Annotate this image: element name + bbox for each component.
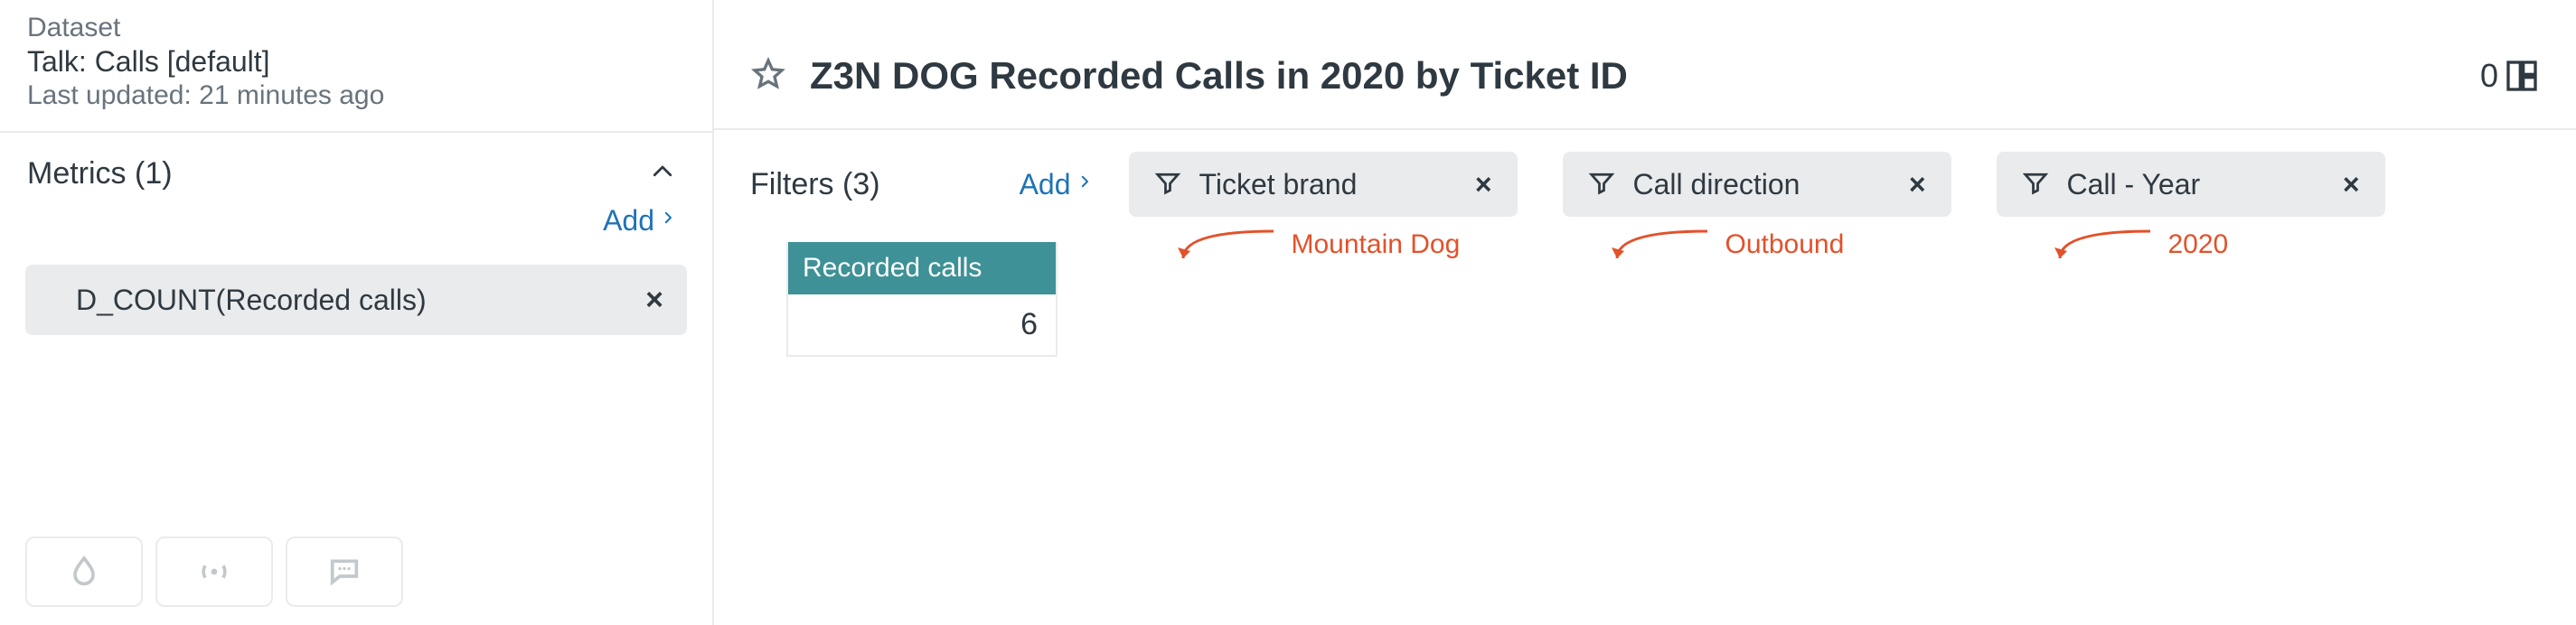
right-panel: Z3N DOG Recorded Calls in 2020 by Ticket… <box>714 0 2576 625</box>
filter-chip-call-year[interactable]: Call - Year × <box>1997 152 2385 217</box>
dataset-heading: Dataset <box>27 13 685 43</box>
layout-count: 0 <box>2480 57 2498 95</box>
filters-title: Filters (3) <box>750 167 880 202</box>
star-icon[interactable] <box>750 56 786 97</box>
annotation-row: Mountain Dog Outbound 2020 <box>1129 222 2385 276</box>
left-panel: Dataset Talk: Calls [default] Last updat… <box>0 0 714 625</box>
funnel-icon <box>1154 169 1181 201</box>
annotation-call-year: 2020 <box>2051 222 2229 264</box>
remove-filter-icon[interactable]: × <box>1475 168 1492 201</box>
drop-tool-button[interactable] <box>25 536 143 607</box>
live-tool-button[interactable] <box>155 536 273 607</box>
annotation-text: 2020 <box>2168 222 2229 260</box>
result-value: 6 <box>788 294 1056 355</box>
metric-chip-label: D_COUNT(Recorded calls) <box>76 284 427 317</box>
remove-metric-icon[interactable]: × <box>645 283 663 318</box>
add-filter-button[interactable]: Add <box>1020 168 1093 201</box>
annotation-ticket-brand: Mountain Dog <box>1174 222 1461 264</box>
remove-filter-icon[interactable]: × <box>1909 168 1926 201</box>
funnel-icon <box>2022 169 2049 201</box>
dataset-updated: Last updated: 21 minutes ago <box>27 80 685 111</box>
chevron-right-icon <box>1076 168 1093 201</box>
chevron-right-icon <box>660 204 676 238</box>
add-metric-button[interactable]: Add <box>603 204 676 238</box>
filter-chip-ticket-brand[interactable]: Ticket brand × <box>1129 152 1518 217</box>
annotation-text: Outbound <box>1725 222 1845 260</box>
layout-toggle-button[interactable]: 0 <box>2480 57 2540 95</box>
result-table: Recorded calls 6 <box>786 242 1058 357</box>
filter-label: Ticket brand <box>1199 168 1457 201</box>
add-filter-label: Add <box>1020 168 1071 201</box>
metrics-title: Metrics (1) <box>27 156 173 191</box>
report-title: Z3N DOG Recorded Calls in 2020 by Ticket… <box>810 54 2457 98</box>
metric-chip[interactable]: D_COUNT(Recorded calls) × <box>25 265 687 335</box>
filter-label: Call - Year <box>2067 168 2325 201</box>
filter-chip-call-direction[interactable]: Call direction × <box>1563 152 1951 217</box>
dataset-name: Talk: Calls [default] <box>27 45 685 79</box>
add-metric-label: Add <box>603 204 654 238</box>
collapse-metrics-icon[interactable] <box>649 158 676 190</box>
funnel-icon <box>1588 169 1615 201</box>
comment-tool-button[interactable] <box>286 536 403 607</box>
annotation-text: Mountain Dog <box>1292 222 1461 260</box>
filter-label: Call direction <box>1633 168 1891 201</box>
footer-buttons <box>25 536 403 607</box>
result-header: Recorded calls <box>788 242 1056 294</box>
dataset-block: Dataset Talk: Calls [default] Last updat… <box>0 0 712 133</box>
annotation-call-direction: Outbound <box>1608 222 1845 264</box>
remove-filter-icon[interactable]: × <box>2343 168 2360 201</box>
